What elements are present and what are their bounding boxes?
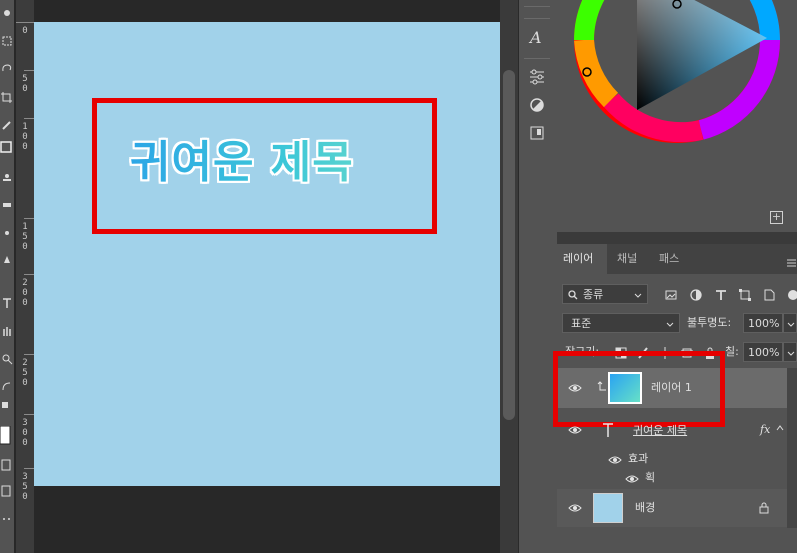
lock-icon <box>759 502 769 514</box>
ruler-tick <box>16 22 34 23</box>
fill-input[interactable]: 100% <box>743 342 783 362</box>
foreground-color-swatch[interactable] <box>0 426 14 446</box>
layers-panel-tabs: 레이어 채널 패스 <box>557 244 797 274</box>
tab-layers[interactable]: 레이어 <box>557 244 607 274</box>
ruler-label: 5 0 <box>22 74 28 94</box>
hand-tool-icon[interactable] <box>0 324 14 338</box>
chevron-down-icon <box>787 322 795 327</box>
ruler-label: 2 0 0 <box>22 278 28 308</box>
ruler-tick <box>24 218 34 219</box>
chevron-down-icon <box>634 293 642 298</box>
blend-mode-select[interactable]: 표준 <box>562 313 680 333</box>
crop-tool-icon[interactable] <box>0 90 14 104</box>
ruler-tick <box>24 118 34 119</box>
color-wheel[interactable] <box>571 0 791 145</box>
layer-filter-label: 종류 <box>583 288 604 301</box>
adjustments-panel-icon[interactable] <box>528 68 546 86</box>
effect-stroke-label: 획 <box>645 471 656 484</box>
eraser-tool-icon[interactable] <box>0 198 14 212</box>
strip-divider <box>524 18 550 19</box>
type-layer-icon <box>603 423 613 437</box>
ruler-label: 2 5 0 <box>22 358 28 388</box>
tab-channels[interactable]: 채널 <box>611 244 643 274</box>
visibility-eye-icon[interactable] <box>568 425 582 435</box>
ruler-label: 1 5 0 <box>22 222 28 252</box>
opacity-input[interactable]: 100% <box>743 313 783 333</box>
ruler-label: 3 0 0 <box>22 418 28 448</box>
layer-name[interactable]: 배경 <box>635 501 655 515</box>
chevron-down-icon <box>787 351 795 356</box>
fill-label: 칠: <box>725 345 739 358</box>
screen-mode-icon[interactable] <box>0 484 14 498</box>
highlight-box-title <box>92 98 437 234</box>
search-icon <box>568 290 578 300</box>
visibility-eye-icon[interactable] <box>568 503 582 513</box>
filter-pixel-layers-icon[interactable] <box>664 287 678 301</box>
effects-label: 효과 <box>628 452 649 465</box>
fill-dropdown[interactable] <box>783 342 797 362</box>
opacity-dropdown[interactable] <box>783 313 797 333</box>
stamp-tool-icon[interactable] <box>0 170 14 184</box>
layer-row-background[interactable]: 배경 <box>557 489 787 527</box>
character-panel-icon[interactable]: A <box>528 28 546 47</box>
layer-effect-stroke-row[interactable]: 획 <box>557 470 787 488</box>
blend-mode-value: 표준 <box>571 317 592 330</box>
document-canvas[interactable] <box>34 22 500 486</box>
layer-thumbnail <box>593 493 623 523</box>
strip-divider <box>524 6 550 7</box>
ruler-tick <box>24 354 34 355</box>
filter-shape-layers-icon[interactable] <box>738 287 752 301</box>
add-swatch-button[interactable]: + <box>770 211 783 224</box>
tools-panel <box>0 0 14 553</box>
panel-menu-icon[interactable] <box>786 253 796 267</box>
quick-mask-icon[interactable] <box>0 458 14 472</box>
gradient-tool-icon[interactable] <box>0 226 14 240</box>
layer-name[interactable]: 귀여운 제목 <box>633 424 687 438</box>
ruler-tick <box>24 70 34 71</box>
filter-smart-objects-icon[interactable] <box>762 287 776 301</box>
svg-text:A: A <box>528 28 542 46</box>
layer-fx-badge[interactable]: fx <box>760 423 770 437</box>
filter-type-layers-icon[interactable] <box>714 287 728 301</box>
ruler-label: 3 5 0 <box>22 472 28 502</box>
ruler-label: 0 <box>22 26 28 36</box>
layers-scrollbar[interactable] <box>787 368 797 528</box>
canvas-scrollbar-thumb[interactable] <box>503 70 515 420</box>
brush-tool-icon[interactable] <box>0 140 14 154</box>
ruler-tick <box>24 468 34 469</box>
layer-effects-row[interactable]: 효과 <box>557 450 787 470</box>
ruler-tick <box>24 414 34 415</box>
panel-separator <box>557 232 797 244</box>
ruler-label: 1 0 0 <box>22 122 28 152</box>
swap-colors-icon[interactable] <box>0 380 14 394</box>
pen-tool-icon[interactable] <box>0 254 14 268</box>
opacity-label: 불투명도: <box>687 316 732 329</box>
chevron-up-icon[interactable] <box>776 425 784 431</box>
layer-row-text[interactable]: 귀여운 제목 fx <box>557 410 787 450</box>
eyedropper-tool-icon[interactable] <box>0 118 14 132</box>
type-tool-icon[interactable] <box>0 296 14 310</box>
chevron-down-icon <box>666 322 674 327</box>
visibility-eye-icon[interactable] <box>625 474 639 484</box>
tab-paths[interactable]: 패스 <box>653 244 685 274</box>
extra-tools-icon[interactable] <box>0 512 14 526</box>
marquee-tool-icon[interactable] <box>0 34 14 48</box>
zoom-tool-icon[interactable] <box>0 352 14 366</box>
default-colors-icon[interactable] <box>0 400 14 414</box>
filter-adjustment-layers-icon[interactable] <box>689 287 703 301</box>
properties-panel-icon[interactable] <box>528 96 546 114</box>
vertical-ruler: 0 5 0 1 0 0 1 5 0 2 0 0 2 5 0 3 0 0 3 5 … <box>16 0 34 553</box>
libraries-panel-icon[interactable] <box>528 124 546 142</box>
visibility-eye-icon[interactable] <box>608 455 622 465</box>
filter-toggle-icon[interactable] <box>784 287 797 301</box>
lasso-tool-icon[interactable] <box>0 62 14 76</box>
move-tool-icon[interactable] <box>0 6 14 20</box>
strip-divider <box>524 58 550 59</box>
layer-filter-select[interactable]: 종류 <box>562 284 648 304</box>
ruler-tick <box>24 274 34 275</box>
